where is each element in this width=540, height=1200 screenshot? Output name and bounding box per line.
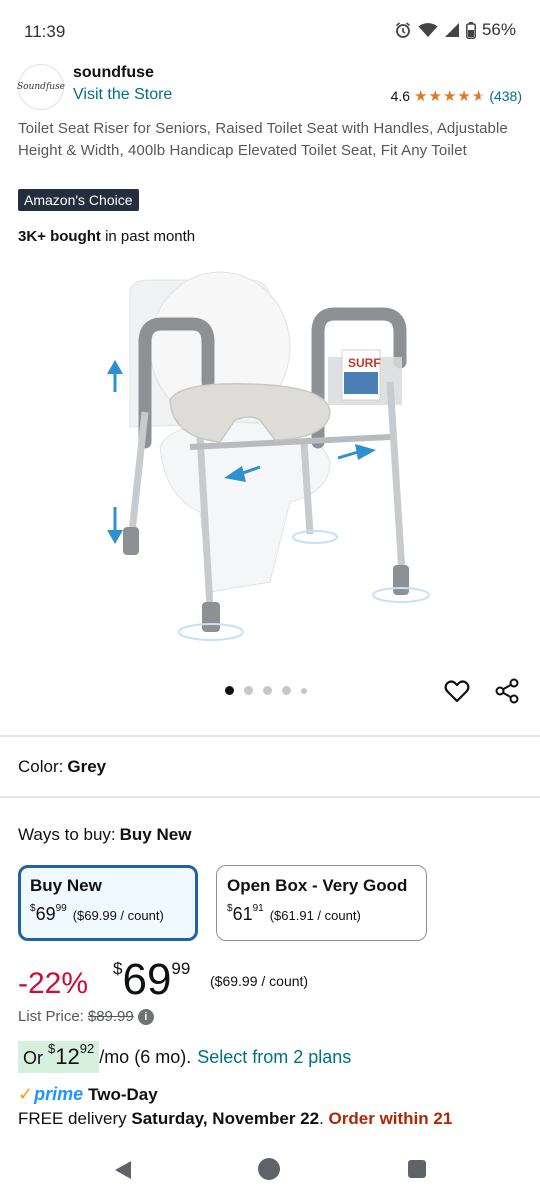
- brand-logo[interactable]: Soundfuse: [17, 64, 65, 110]
- option-price: $6191 ($61.91 / count): [227, 903, 361, 924]
- store-header: Soundfuse soundfuse Visit the Store 4.6 …: [0, 62, 540, 112]
- battery-icon: [466, 21, 476, 39]
- carousel-dot[interactable]: [282, 686, 291, 695]
- signal-icon: [444, 22, 460, 38]
- bought-count-bold: 3K+ bought: [18, 228, 101, 245]
- ways-to-buy: Ways to buy: Buy New: [18, 825, 191, 845]
- status-bar: 11:39 56%: [0, 0, 540, 62]
- prime-logo: prime: [34, 1084, 84, 1104]
- battery-percent: 56%: [481, 20, 516, 39]
- brand-name[interactable]: soundfuse: [73, 64, 154, 82]
- two-day-label: Two-Day: [88, 1084, 158, 1104]
- carousel-dot[interactable]: [244, 686, 253, 695]
- toilet-riser-illustration: SURF: [107, 271, 430, 641]
- star-rating: ★ ★ ★ ★ ★: [414, 89, 485, 104]
- installment-offer: Or $1292 /mo (6 mo). Select from 2 plans: [18, 1041, 351, 1073]
- list-price-label: List Price:: [18, 1008, 84, 1025]
- amazons-choice-badge[interactable]: Amazon's Choice: [18, 189, 139, 211]
- free-delivery-label: FREE delivery: [18, 1109, 132, 1128]
- installment-amount: Or $1292: [18, 1041, 100, 1073]
- discount-percent: -22%: [18, 967, 89, 1000]
- color-value: Grey: [67, 757, 107, 776]
- bought-count: 3K+ bought in past month: [18, 228, 195, 245]
- carousel-dots[interactable]: [225, 686, 307, 695]
- ways-to-buy-label: Ways to buy:: [18, 825, 116, 844]
- ways-to-buy-value: Buy New: [119, 825, 192, 844]
- list-price-value: $89.99: [87, 1008, 134, 1025]
- recent-apps-icon[interactable]: [408, 1160, 426, 1178]
- price-per-count: ($69.99 / count): [210, 973, 309, 989]
- option-price: $6999 ($69.99 / count): [30, 903, 164, 924]
- product-image[interactable]: SURF: [90, 262, 450, 644]
- alarm-icon: [394, 21, 412, 39]
- star-icon: ★: [414, 87, 428, 105]
- color-selector[interactable]: Color: Grey: [18, 757, 106, 777]
- carousel-dot[interactable]: [301, 687, 307, 694]
- star-icon: ★: [457, 87, 471, 105]
- prime-delivery: ✓ prime Two-Day: [18, 1084, 158, 1105]
- share-icon[interactable]: [493, 677, 521, 705]
- star-icon: ★: [442, 87, 457, 105]
- heart-icon[interactable]: [443, 677, 471, 705]
- carousel-dot[interactable]: [225, 686, 234, 695]
- back-icon[interactable]: [113, 1159, 133, 1186]
- star-icon: ★: [428, 87, 442, 105]
- current-price: $6999: [113, 955, 191, 1004]
- system-nav-bar: [0, 1140, 540, 1200]
- wifi-icon: [418, 22, 438, 38]
- visit-store-link[interactable]: Visit the Store: [73, 86, 172, 104]
- divider: [0, 796, 540, 798]
- installment-term: /mo (6 mo).: [99, 1046, 192, 1067]
- bought-count-rest: in past month: [100, 228, 196, 245]
- prime-check-icon: ✓: [18, 1084, 34, 1104]
- color-label: Color:: [18, 757, 64, 776]
- home-icon[interactable]: [258, 1158, 280, 1180]
- open-box-option[interactable]: Open Box - Very Good $6191 ($61.91 / coun…: [216, 865, 427, 941]
- carousel-dot[interactable]: [263, 686, 272, 695]
- review-count: (438): [489, 88, 522, 104]
- list-price: List Price: $89.99 i: [18, 1008, 154, 1025]
- magazine-label: SURF: [348, 356, 381, 370]
- order-within: Order within 21: [328, 1109, 453, 1128]
- product-title: Toilet Seat Riser for Seniors, Raised To…: [18, 120, 508, 159]
- option-title: Open Box - Very Good: [227, 876, 408, 895]
- delivery-info: FREE delivery Saturday, November 22. Ord…: [18, 1109, 453, 1128]
- divider: [0, 735, 540, 737]
- delivery-date: Saturday, November 22: [131, 1109, 320, 1128]
- status-time: 11:39: [24, 22, 66, 41]
- info-icon[interactable]: i: [137, 1008, 154, 1025]
- rating-value: 4.6: [390, 88, 411, 104]
- rating[interactable]: 4.6 ★ ★ ★ ★ ★ (438): [391, 88, 522, 104]
- status-icons: 56%: [394, 20, 516, 40]
- select-plans-link[interactable]: Select from 2 plans: [197, 1047, 351, 1068]
- half-star-icon: ★: [471, 87, 486, 105]
- buy-new-option[interactable]: Buy New $6999 ($69.99 / count): [18, 865, 198, 941]
- option-title: Buy New: [30, 876, 102, 895]
